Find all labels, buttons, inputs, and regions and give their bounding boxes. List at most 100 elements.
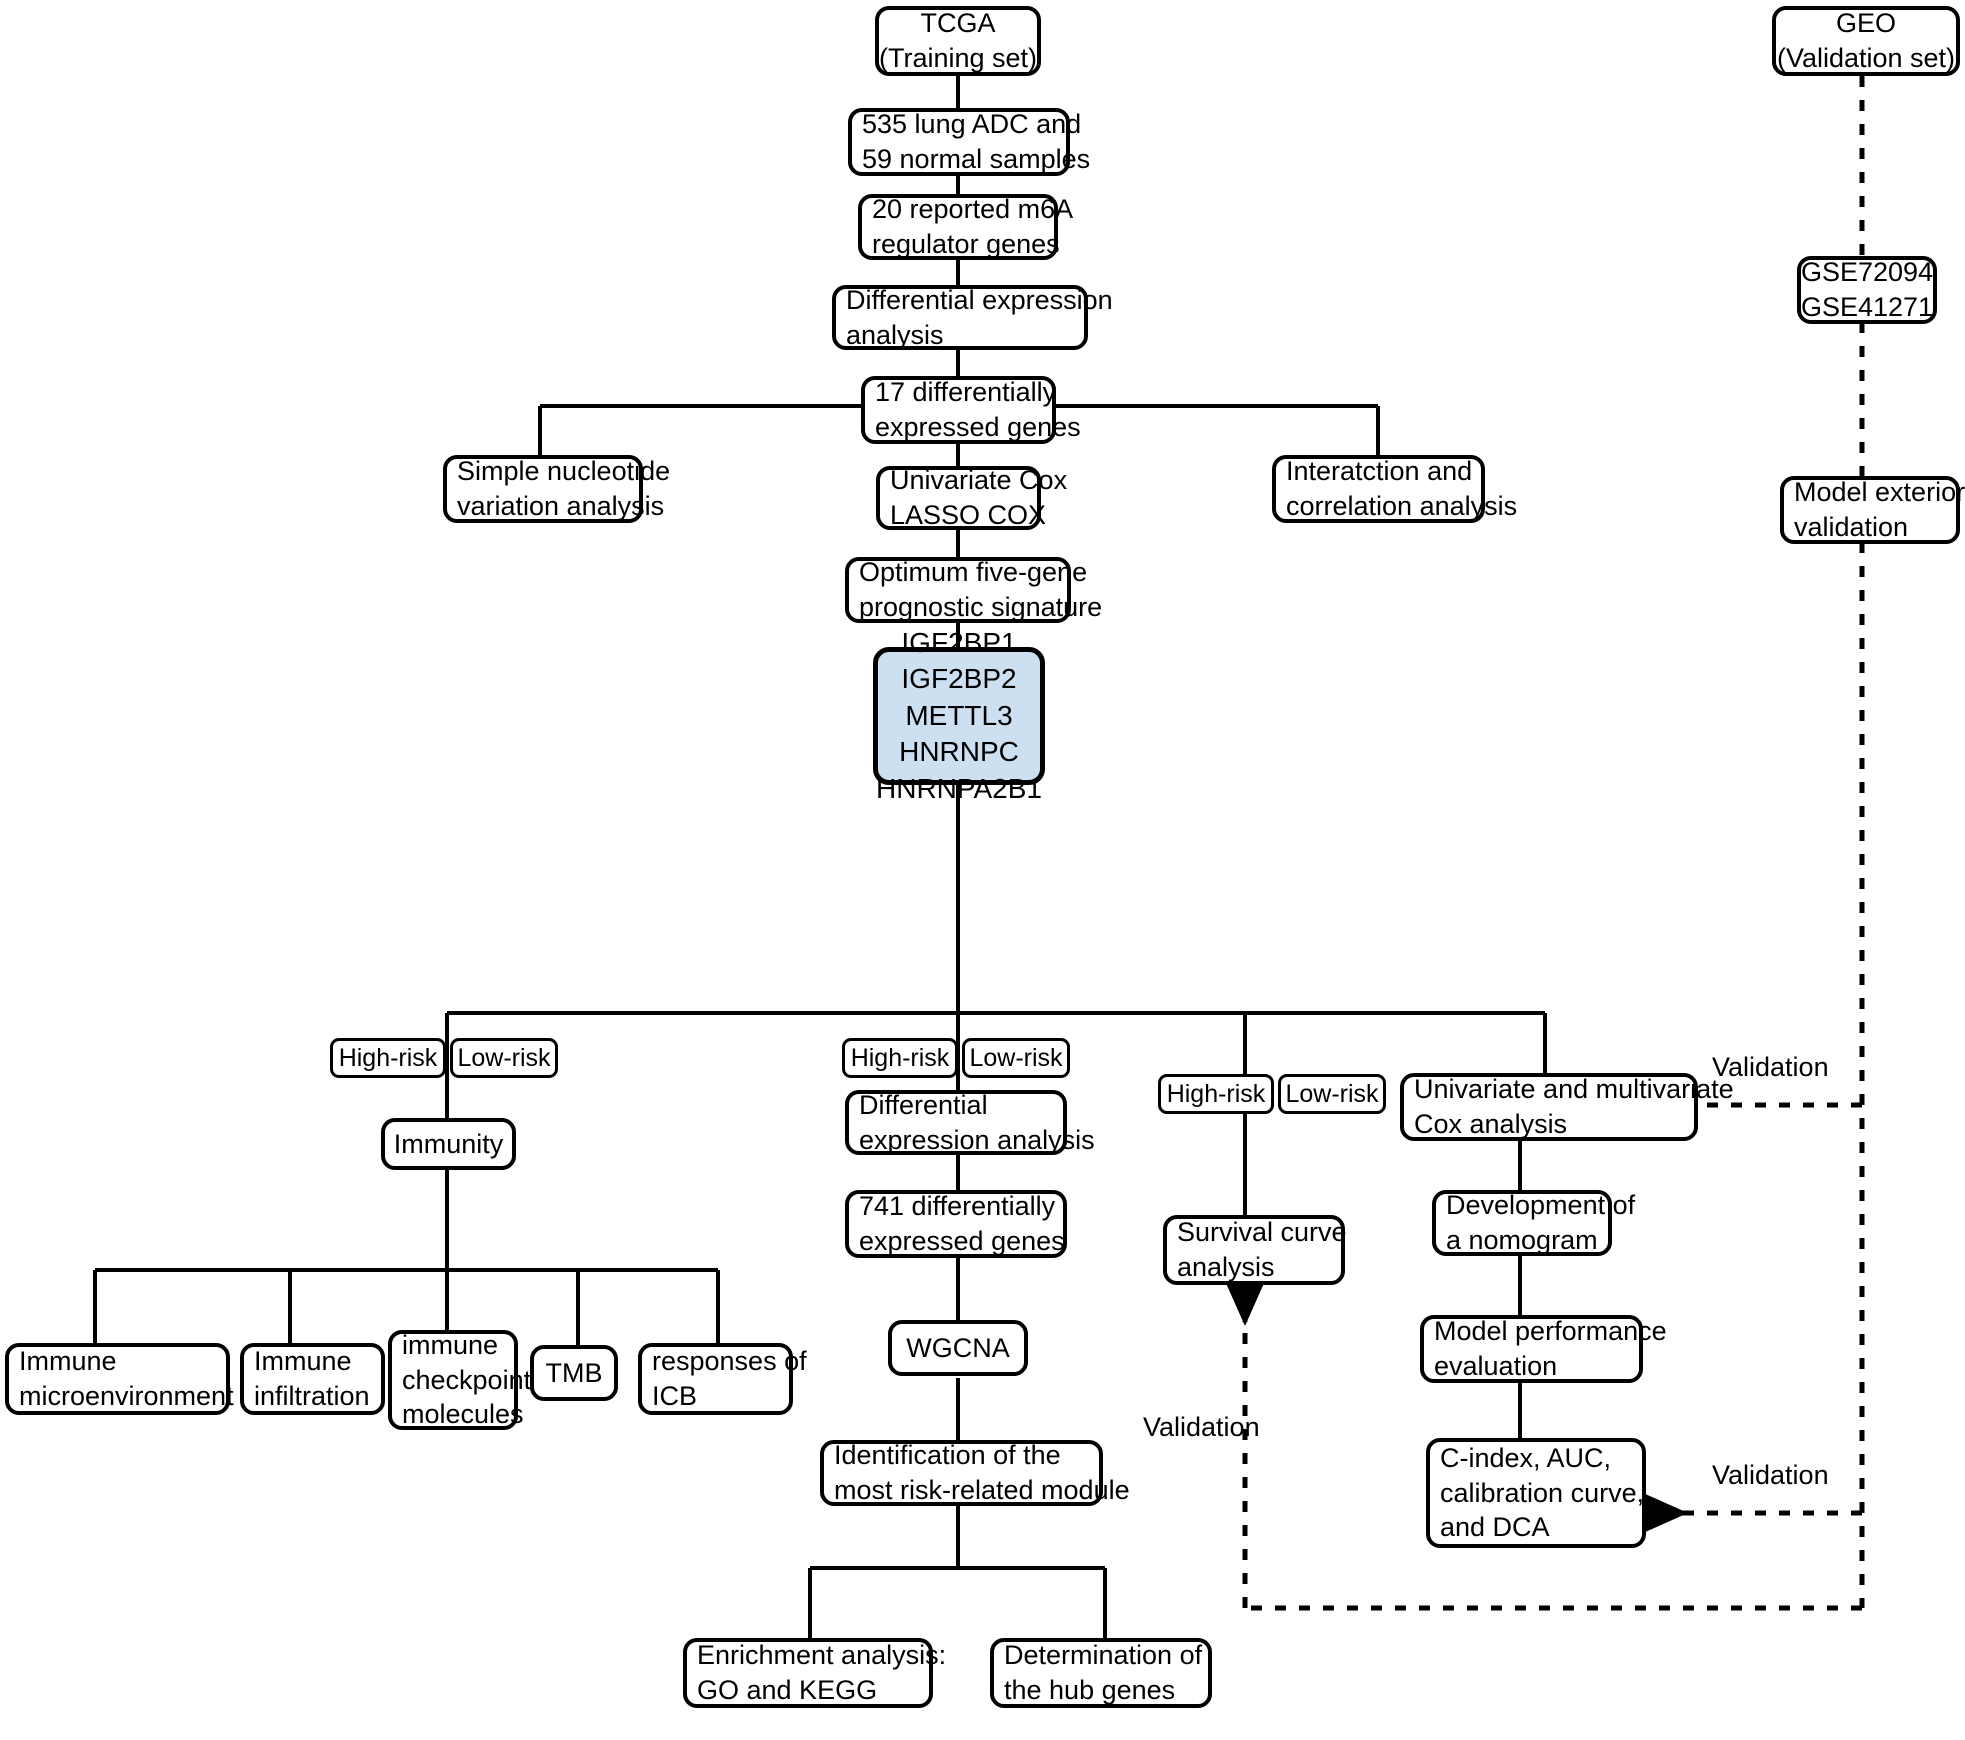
node-deg17-line2: expressed genes bbox=[875, 412, 1081, 442]
node-741-deg[interactable]: 741 differentially expressed genes bbox=[845, 1190, 1067, 1258]
node-cindex-line1: C-index, AUC, bbox=[1440, 1443, 1612, 1474]
node-perf-line1: Model performance bbox=[1434, 1316, 1667, 1347]
node-deg741-line1: 741 differentially bbox=[859, 1191, 1056, 1222]
node-nomogram-line1: Development of bbox=[1446, 1190, 1636, 1221]
node-cox-line2: LASSO COX bbox=[890, 500, 1047, 530]
node-icb-line1: responses of bbox=[652, 1346, 807, 1377]
risk-badge-high-2-label: High-risk bbox=[850, 1044, 950, 1072]
node-snv-line2: variation analysis bbox=[457, 491, 665, 521]
node-gse-datasets[interactable]: GSE72094 GSE41271 bbox=[1797, 256, 1937, 324]
node-optimum-line1: Optimum five-gene bbox=[859, 557, 1088, 588]
node-tmb[interactable]: TMB bbox=[530, 1345, 618, 1401]
edge-label-validation-survival: Validation bbox=[1143, 1412, 1260, 1442]
node-deg741-line2: expressed genes bbox=[859, 1226, 1065, 1256]
node-coxmulti-line1: Univariate and multivariate bbox=[1414, 1074, 1734, 1105]
node-m6a-line2: regulator genes bbox=[872, 229, 1060, 259]
node-tcga-line1: TCGA bbox=[920, 8, 996, 39]
gene-igf2bp1: IGF2BP1 bbox=[901, 627, 1017, 659]
node-checkpoint-line1: immune bbox=[402, 1330, 499, 1361]
risk-badge-low-1-label: Low-risk bbox=[457, 1044, 551, 1072]
node-model-performance-evaluation[interactable]: Model performance evaluation bbox=[1420, 1315, 1667, 1383]
node-gse-line1: GSE72094 bbox=[1800, 257, 1934, 288]
node-wgcna-label: WGCNA bbox=[906, 1332, 1010, 1363]
node-coxmulti-line2: Cox analysis bbox=[1414, 1109, 1568, 1139]
risk-badge-low-2-label: Low-risk bbox=[969, 1044, 1063, 1072]
node-enrichment-line1: Enrichment analysis: bbox=[697, 1640, 947, 1671]
node-nomogram-line2: a nomogram bbox=[1446, 1225, 1598, 1255]
risk-badge-high-2[interactable]: High-risk bbox=[842, 1038, 958, 1078]
gene-hnrnpa2b1: HNRNPA2B1 bbox=[876, 772, 1042, 804]
node-17-deg[interactable]: 17 differentially expressed genes bbox=[861, 376, 1081, 444]
risk-badge-low-3[interactable]: Low-risk bbox=[1278, 1074, 1386, 1114]
risk-badge-low-3-label: Low-risk bbox=[1285, 1080, 1379, 1108]
node-geo-line2: (Validation set) bbox=[1776, 43, 1956, 73]
node-module-line2: most risk-related module bbox=[834, 1475, 1130, 1505]
node-interaction-correlation[interactable]: Interatction and correlation analysis bbox=[1272, 455, 1517, 523]
flowchart-canvas: TCGA (Training set) 535 lung ADC and 59 … bbox=[0, 0, 1965, 1740]
node-hub-genes[interactable]: Determination of the hub genes bbox=[990, 1638, 1212, 1708]
node-m6a-regulators[interactable]: 20 reported m6A regulator genes bbox=[858, 194, 1073, 260]
node-geo-line1: GEO bbox=[1835, 8, 1896, 39]
node-cindex-auc-calibration-dca[interactable]: C-index, AUC, calibration curve, and DCA bbox=[1426, 1438, 1646, 1548]
node-differential-expression-analysis[interactable]: Differential expression analysis bbox=[832, 285, 1113, 350]
node-extval-line1: Model exterior bbox=[1794, 477, 1965, 508]
node-optimum-signature[interactable]: Optimum five-gene prognostic signature bbox=[845, 557, 1102, 623]
node-immunity[interactable]: Immunity bbox=[381, 1118, 516, 1170]
node-cindex-line3: and DCA bbox=[1440, 1512, 1550, 1543]
node-immune-infil-line1: Immune bbox=[254, 1346, 352, 1377]
node-immunity-label: Immunity bbox=[393, 1128, 504, 1159]
node-extval-line2: validation bbox=[1794, 512, 1909, 542]
risk-badge-high-3[interactable]: High-risk bbox=[1158, 1074, 1274, 1114]
node-survival-line2: analysis bbox=[1177, 1252, 1275, 1282]
node-tcga[interactable]: TCGA (Training set) bbox=[875, 6, 1041, 76]
node-simple-nucleotide-variation[interactable]: Simple nucleotide variation analysis bbox=[443, 455, 670, 523]
risk-badge-low-2[interactable]: Low-risk bbox=[962, 1038, 1070, 1078]
node-univariate-multivariate-cox[interactable]: Univariate and multivariate Cox analysis bbox=[1400, 1073, 1734, 1141]
node-model-exterior-validation[interactable]: Model exterior validation bbox=[1780, 476, 1965, 544]
gene-hnrnpc: HNRNPC bbox=[899, 736, 1019, 768]
node-tmb-label: TMB bbox=[545, 1357, 603, 1388]
node-immune-infiltration[interactable]: Immune infiltration bbox=[240, 1343, 385, 1415]
node-survival-line1: Survival curve bbox=[1177, 1217, 1347, 1248]
node-checkpoint-line3: molecules bbox=[402, 1399, 524, 1430]
node-risk-related-module[interactable]: Identification of the most risk-related … bbox=[820, 1440, 1130, 1506]
node-cindex-line2: calibration curve, bbox=[1440, 1477, 1645, 1508]
node-diffexpr2-line2: expression analysis bbox=[859, 1124, 1095, 1155]
node-gse-line2: GSE41271 bbox=[1800, 292, 1934, 322]
node-diffexpr-line2: analysis bbox=[846, 319, 944, 350]
node-immune-checkpoint-molecules[interactable]: immune checkpoint molecules bbox=[388, 1330, 531, 1430]
node-univariate-cox-lasso[interactable]: Univariate Cox LASSO COX bbox=[876, 465, 1067, 530]
risk-badge-high-1[interactable]: High-risk bbox=[330, 1038, 446, 1078]
node-enrichment-analysis[interactable]: Enrichment analysis: GO and KEGG bbox=[683, 1638, 946, 1708]
gene-mettl3: METTL3 bbox=[905, 699, 1013, 731]
node-enrichment-line2: GO and KEGG bbox=[697, 1675, 878, 1705]
node-samples[interactable]: 535 lung ADC and 59 normal samples bbox=[848, 108, 1090, 176]
risk-badge-high-3-label: High-risk bbox=[1166, 1080, 1266, 1108]
node-differential-expression-analysis-2[interactable]: Differential expression analysis bbox=[845, 1089, 1095, 1155]
risk-badge-low-1[interactable]: Low-risk bbox=[450, 1038, 558, 1078]
node-module-line1: Identification of the bbox=[834, 1440, 1061, 1471]
node-hubgenes-line1: Determination of bbox=[1004, 1640, 1203, 1671]
node-immune-micro-line2: microenvironment bbox=[19, 1381, 234, 1411]
node-immune-microenvironment[interactable]: Immune microenvironment bbox=[5, 1343, 234, 1415]
node-survival-curve-analysis[interactable]: Survival curve analysis bbox=[1163, 1215, 1347, 1285]
node-five-gene-signature[interactable]: IGF2BP1 IGF2BP2 METTL3 HNRNPC HNRNPA2B1 bbox=[873, 627, 1045, 804]
node-geo[interactable]: GEO (Validation set) bbox=[1772, 6, 1960, 76]
node-optimum-line2: prognostic signature bbox=[859, 592, 1103, 622]
node-responses-of-icb[interactable]: responses of ICB bbox=[638, 1343, 807, 1415]
node-diffexpr2-line1: Differential bbox=[859, 1089, 988, 1120]
node-m6a-line1: 20 reported m6A bbox=[872, 194, 1074, 225]
node-hubgenes-line2: the hub genes bbox=[1004, 1675, 1176, 1705]
risk-badge-high-1-label: High-risk bbox=[338, 1044, 438, 1072]
edge-label-validation-cindex: Validation bbox=[1712, 1460, 1829, 1490]
node-samples-line2: 59 normal samples bbox=[862, 144, 1091, 174]
node-snv-line1: Simple nucleotide bbox=[457, 456, 671, 487]
node-checkpoint-line2: checkpoint bbox=[402, 1364, 532, 1395]
gene-igf2bp2: IGF2BP2 bbox=[901, 663, 1017, 695]
node-deg17-line1: 17 differentially bbox=[875, 377, 1057, 408]
node-cox-line1: Univariate Cox bbox=[890, 465, 1068, 496]
node-wgcna[interactable]: WGCNA bbox=[888, 1320, 1028, 1376]
node-samples-line1: 535 lung ADC and bbox=[862, 109, 1082, 140]
node-perf-line2: evaluation bbox=[1434, 1351, 1558, 1381]
node-nomogram[interactable]: Development of a nomogram bbox=[1432, 1190, 1635, 1256]
